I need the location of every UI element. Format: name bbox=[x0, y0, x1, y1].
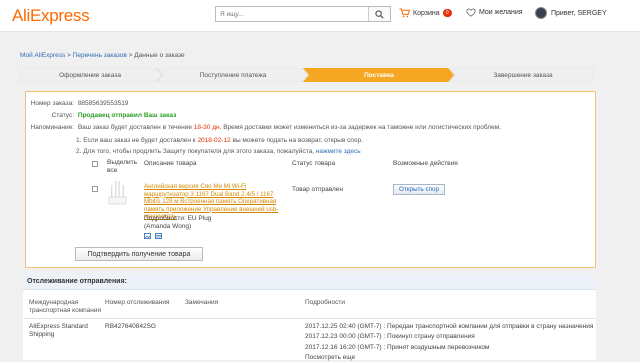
search-button[interactable] bbox=[368, 7, 390, 21]
extend-protection-link[interactable]: нажмите здесь bbox=[316, 148, 361, 155]
reminder-text-post: Время доставки может измениться из-за за… bbox=[221, 124, 502, 131]
reminder-label: Напоминание: bbox=[30, 124, 74, 131]
order-number-label: Номер заказа: bbox=[30, 100, 74, 107]
breadcrumb: Мой AliExpress > Перечень заказов > Данн… bbox=[20, 52, 185, 59]
reminder-text-pre: Ваш заказ будет доставлен в течение bbox=[77, 124, 194, 131]
properties-label: Подробности: bbox=[144, 215, 186, 222]
cart-count-badge: 0 bbox=[442, 9, 452, 17]
cart-label: Корзина bbox=[413, 9, 440, 17]
product-properties: Подробности: EU Plug (Amanda Wong) bbox=[144, 215, 211, 230]
note-2-pre: 2. Для того, чтобы продлить Защиту покуп… bbox=[76, 148, 316, 155]
breadcrumb-orders[interactable]: Перечень заказов bbox=[73, 52, 127, 59]
wishlist-link[interactable]: Мои желания bbox=[466, 8, 523, 17]
cart-link[interactable]: Корзина 0 bbox=[399, 8, 452, 18]
step-complete: Завершение заказа bbox=[493, 71, 553, 79]
breadcrumb-current: Данные о заказе bbox=[134, 52, 185, 59]
order-number-row: Номер заказа: 88585639553519 bbox=[26, 100, 129, 107]
router-image bbox=[103, 178, 131, 208]
user-menu[interactable]: Привет, SERGEY bbox=[535, 7, 607, 19]
delivery-days: 18-30 дн. bbox=[193, 124, 222, 131]
heart-icon bbox=[466, 8, 476, 17]
snapshot-icon[interactable] bbox=[144, 233, 151, 239]
tracking-divider bbox=[23, 318, 596, 319]
seller-name: (Amanda Wong) bbox=[144, 222, 192, 230]
breadcrumb-separator: > bbox=[65, 52, 73, 59]
col-tracking-number: Номер отслеживания bbox=[105, 299, 170, 306]
col-select-all: Выделить все bbox=[107, 159, 137, 174]
step-payment: Поступление платежа bbox=[199, 71, 267, 79]
order-progress: Оформление заказа Поступление платежа По… bbox=[20, 68, 594, 82]
col-actions: Возможные действия bbox=[393, 160, 458, 167]
order-status-row: Статус: Продавец отправил Ваш заказ bbox=[26, 112, 177, 119]
note-1: 1. Если ваш заказ не будет доставлен к 2… bbox=[76, 137, 363, 144]
product-icons bbox=[144, 233, 162, 239]
step-shipping: Поставка bbox=[364, 71, 394, 79]
note-2: 2. Для того, чтобы продлить Защиту покуп… bbox=[76, 148, 361, 155]
reminder-row: Напоминание: Ваш заказ будет доставлен в… bbox=[26, 124, 501, 131]
tracking-event: 2017.12.25 02:40 (GMT-7) : Передан транс… bbox=[305, 323, 594, 330]
tracking-more-link[interactable]: Посмотреть еще bbox=[305, 354, 355, 362]
product-checkbox[interactable] bbox=[92, 186, 98, 192]
col-carrier: Международная транспортная компания bbox=[29, 299, 102, 314]
order-status-label: Статус: bbox=[51, 112, 74, 119]
search-box bbox=[215, 6, 391, 22]
product-status: Товар отправлен bbox=[292, 186, 343, 193]
col-details: Подробности bbox=[305, 299, 345, 306]
open-dispute-button[interactable]: Открыть спор bbox=[393, 184, 445, 195]
breadcrumb-my-aliexpress[interactable]: Мой AliExpress bbox=[20, 52, 65, 59]
tracking-title: Отслеживание отправления: bbox=[23, 274, 596, 290]
tracking-section: Отслеживание отправления: Международная … bbox=[23, 274, 596, 362]
order-number: 88585639553519 bbox=[77, 100, 129, 107]
tracking-event: 2017.12.16 16:20 (GMT-7) : Принят воздуш… bbox=[305, 344, 490, 351]
properties-value: EU Plug bbox=[187, 215, 212, 222]
aliexpress-logo[interactable]: AliExpress bbox=[12, 6, 90, 26]
shipping-icon[interactable] bbox=[155, 233, 162, 239]
col-description: Описание товара bbox=[144, 160, 197, 167]
tracking-event: 2017.12.23 00:00 (GMT-7) : Покинул стран… bbox=[305, 333, 475, 340]
search-input[interactable] bbox=[216, 7, 368, 21]
avatar bbox=[535, 7, 547, 19]
top-header: AliExpress Корзина 0 Мои желания Привет,… bbox=[0, 0, 640, 32]
wishlist-label: Мои желания bbox=[479, 9, 523, 16]
note-1-post: вы можете подать на возврат, открыв спор… bbox=[230, 137, 363, 144]
select-all-checkbox[interactable] bbox=[92, 161, 98, 167]
tracking-number: RB427640842SG bbox=[105, 323, 156, 330]
col-notes: Замечания bbox=[185, 299, 219, 306]
search-icon bbox=[375, 9, 384, 19]
user-greeting: Привет, SERGEY bbox=[551, 9, 607, 17]
cart-icon bbox=[399, 8, 410, 18]
col-status: Статус товара bbox=[292, 160, 336, 167]
order-status: Продавец отправил Ваш заказ bbox=[77, 112, 177, 119]
note-1-pre: 1. Если ваш заказ не будет доставлен к bbox=[76, 137, 198, 144]
note-1-date: 2018-02-12 bbox=[197, 137, 231, 144]
carrier-name: AliExpress Standard Shipping bbox=[29, 323, 88, 338]
step-order-placed: Оформление заказа bbox=[59, 71, 121, 79]
product-image[interactable] bbox=[103, 178, 131, 208]
confirm-receipt-button[interactable]: Подтвердить получение товара bbox=[75, 247, 203, 261]
